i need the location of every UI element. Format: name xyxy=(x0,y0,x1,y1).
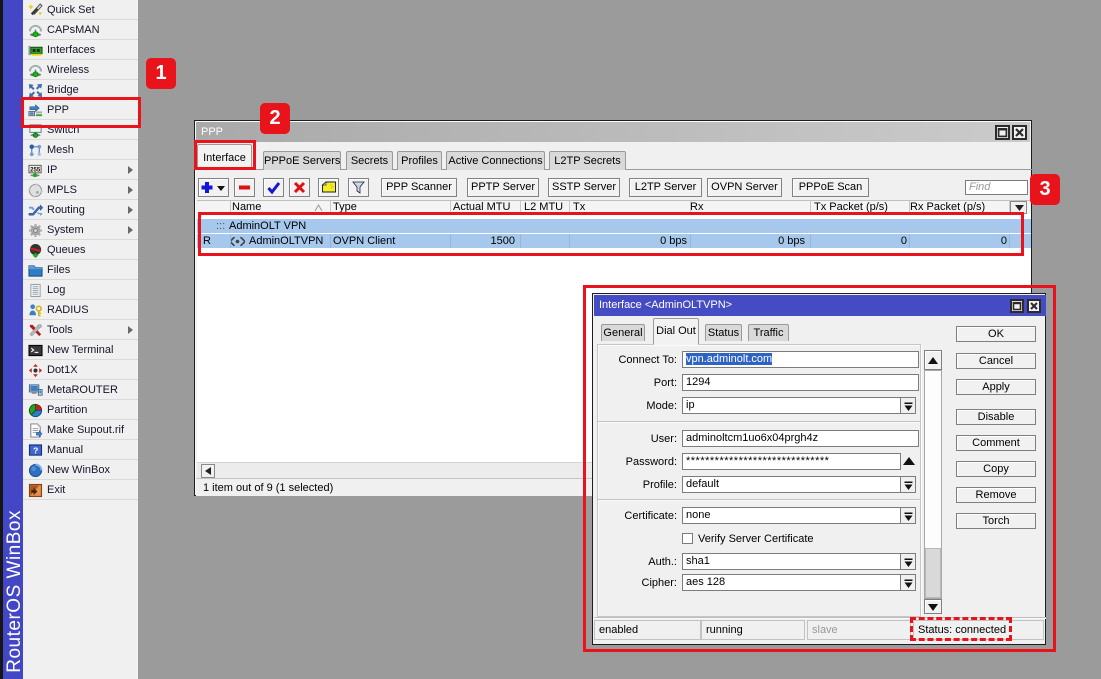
svg-text:255: 255 xyxy=(30,166,41,173)
svg-text:?: ? xyxy=(33,445,38,455)
